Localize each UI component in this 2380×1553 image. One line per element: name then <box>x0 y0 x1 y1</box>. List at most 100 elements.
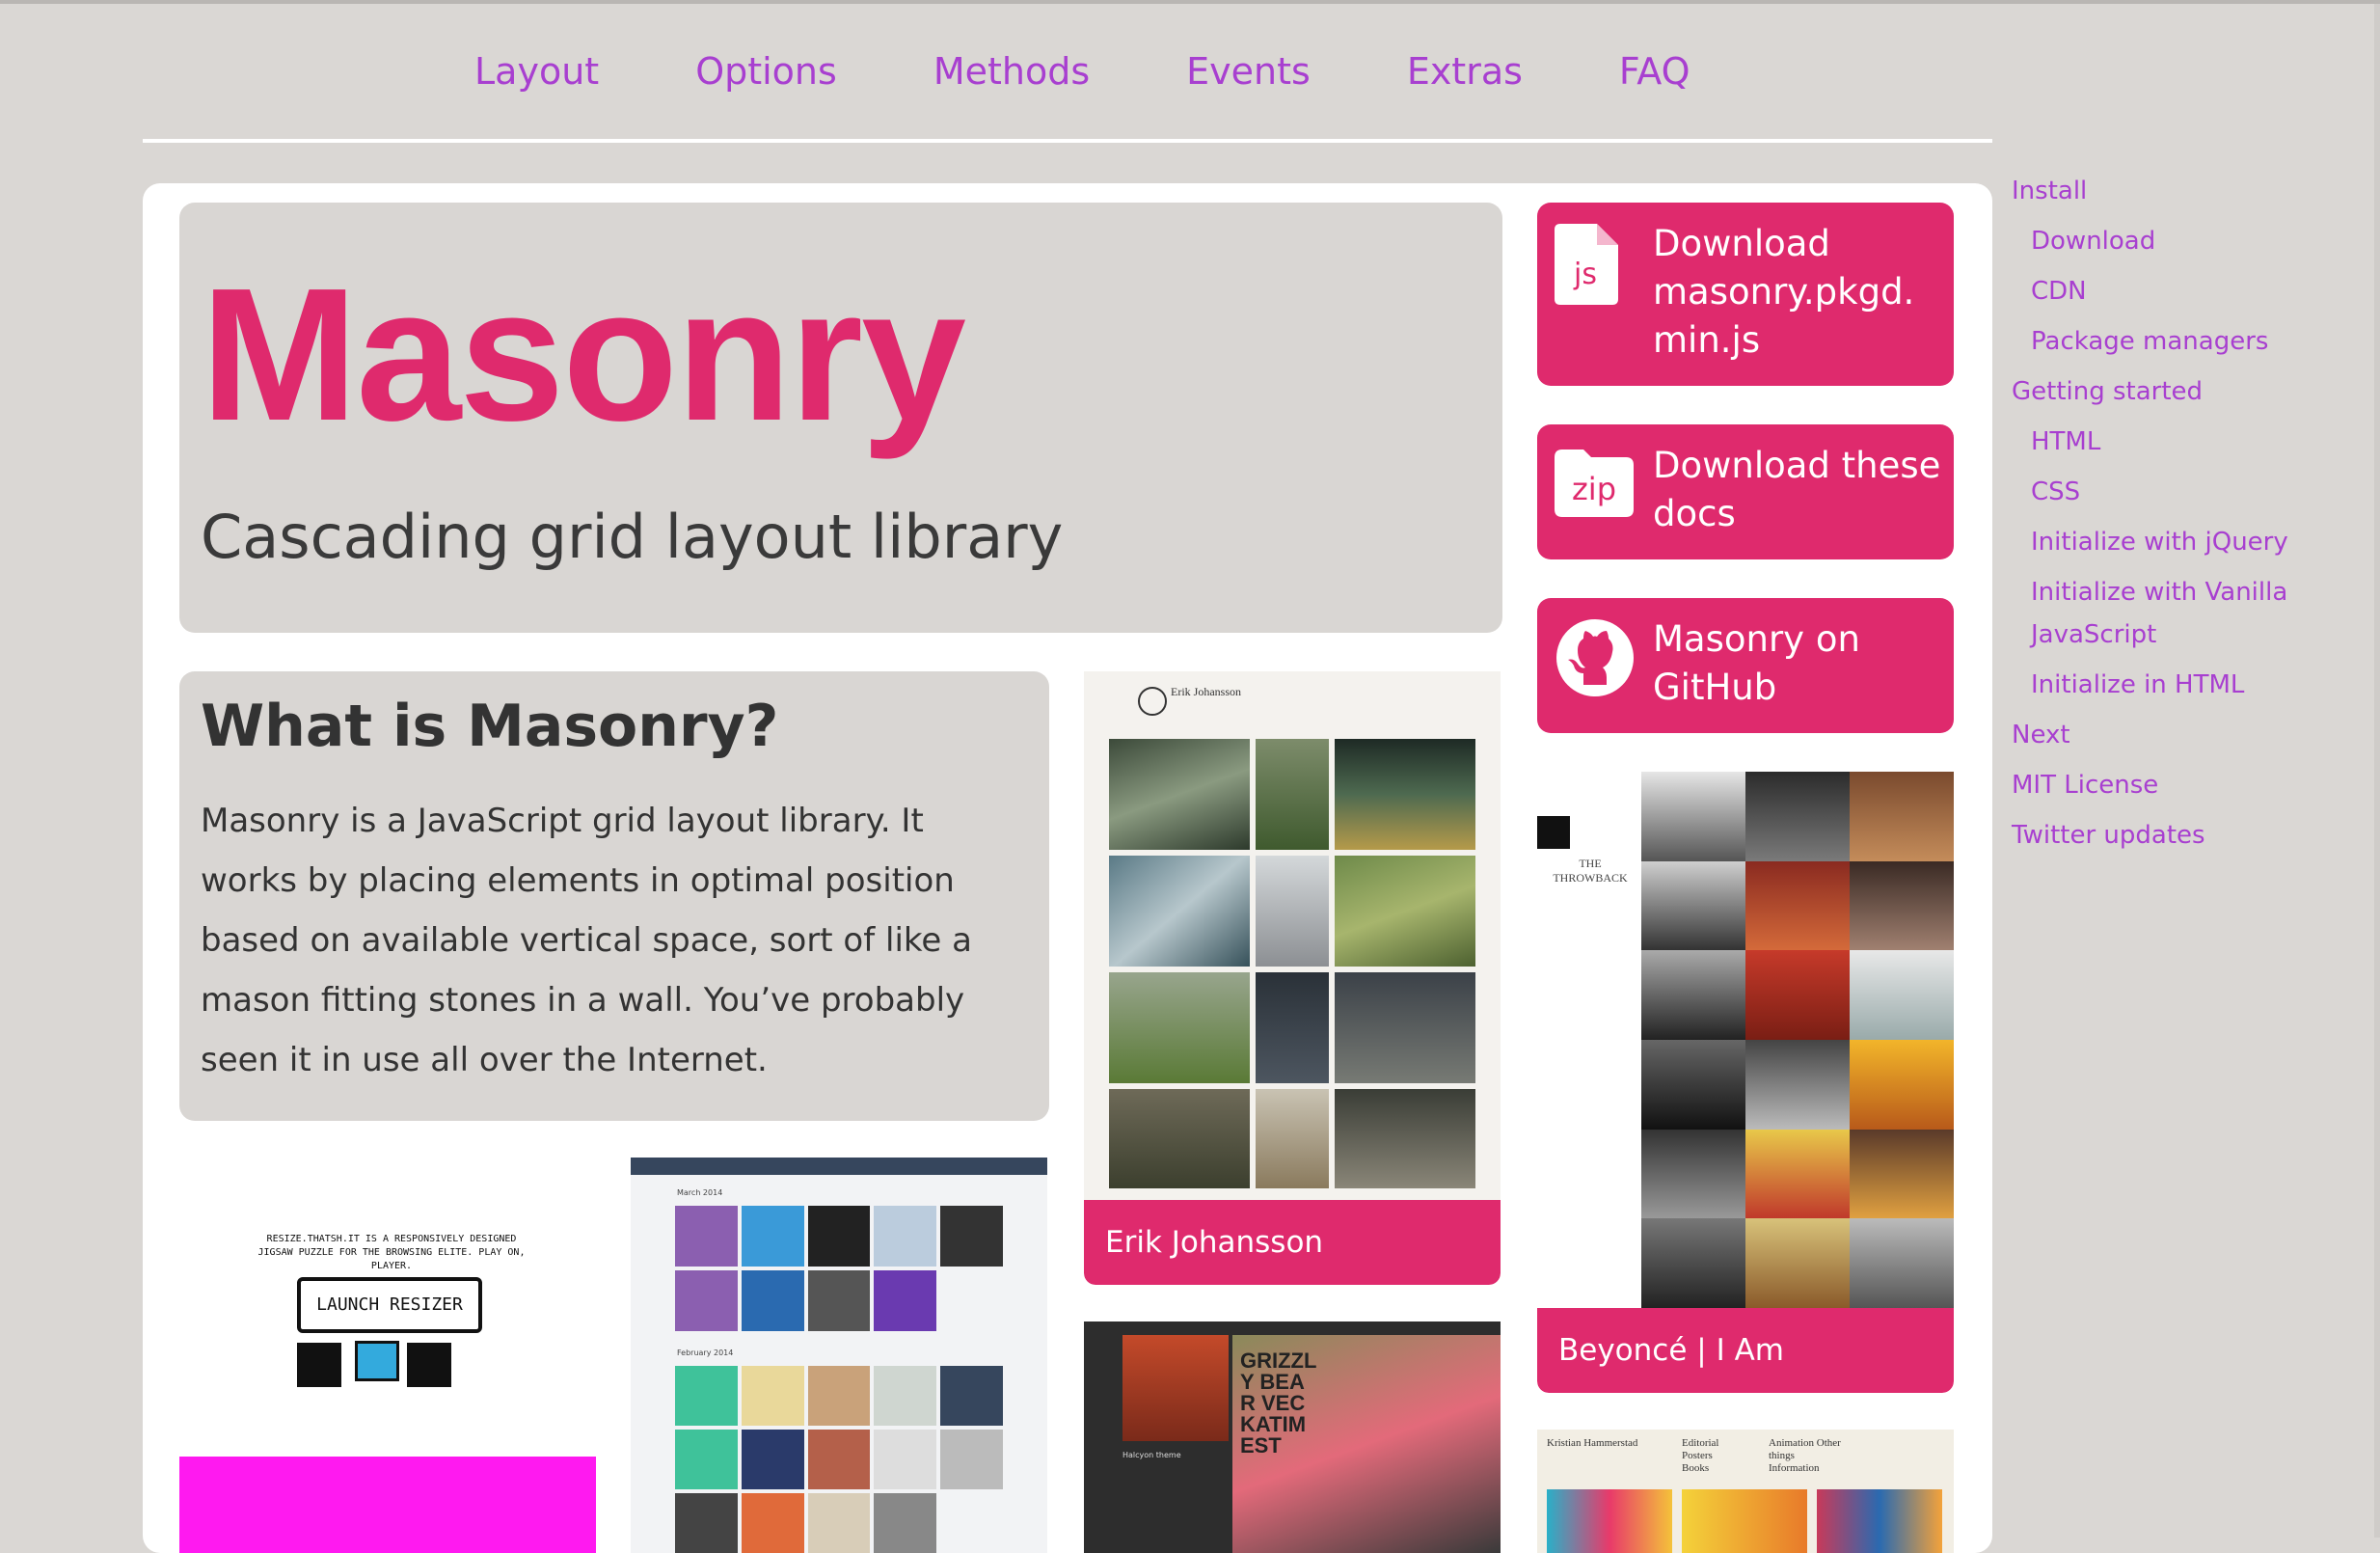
erik-logo-icon <box>1138 687 1167 716</box>
photo-tile <box>1745 1129 1850 1219</box>
photo-tile <box>1641 1218 1745 1308</box>
nav-layout[interactable]: Layout <box>474 46 599 104</box>
photo-tile <box>741 1206 804 1267</box>
nav-options[interactable]: Options <box>695 46 837 104</box>
photo-tile <box>940 1493 1003 1553</box>
download-docs-label: Download these docs <box>1653 445 1941 534</box>
photo-tile <box>1745 772 1850 861</box>
js-file-icon: js <box>1555 224 1618 309</box>
pixel-art-banner <box>179 1457 596 1553</box>
window-top-border <box>0 0 2380 4</box>
svg-text:zip: zip <box>1572 471 1616 507</box>
illustration-tile <box>1682 1489 1807 1553</box>
sidebar-item-init-vanilla[interactable]: Initialize with Vanilla JavaScript <box>2012 571 2339 656</box>
sidebar-item-package-managers[interactable]: Package managers <box>2012 320 2339 363</box>
photo-tile <box>1641 1039 1745 1130</box>
kristian-name: Kristian Hammerstad <box>1547 1437 1638 1449</box>
photo-tile <box>1641 950 1745 1040</box>
photo-tile <box>1641 1129 1745 1219</box>
sidebar-item-init-html[interactable]: Initialize in HTML <box>2012 664 2339 706</box>
tumblr-month-label: February 2014 <box>677 1349 734 1357</box>
nav-methods[interactable]: Methods <box>933 46 1090 104</box>
hero-block: Masonry Cascading grid layout library <box>179 203 1502 633</box>
sidebar-nav: Install Download CDN Package managers Ge… <box>2012 170 2339 864</box>
nav-extras[interactable]: Extras <box>1407 46 1523 104</box>
tumblr-month-label: March 2014 <box>677 1188 723 1197</box>
main-panel: Masonry Cascading grid layout library Wh… <box>143 183 1992 1553</box>
erik-photo-grid <box>1109 739 1475 1188</box>
showcase-kristian-hammerstad[interactable]: Kristian Hammerstad Editorial Posters Bo… <box>1537 1430 1954 1553</box>
photo-tile <box>675 1430 738 1489</box>
tumblr-grid-1 <box>675 1206 1003 1331</box>
photo-tile <box>1850 1039 1954 1130</box>
sidebar-item-cdn[interactable]: CDN <box>2012 270 2339 313</box>
resizer-thumb <box>355 1341 399 1381</box>
photo-tile <box>675 1270 738 1331</box>
photo-tile <box>1255 971 1330 1083</box>
beyonce-side-title: THE THROWBACK <box>1553 857 1628 885</box>
photo-tile <box>807 1270 871 1331</box>
photo-tile <box>675 1493 738 1553</box>
nav-divider <box>143 139 1992 143</box>
illustration-tile <box>1817 1489 1942 1553</box>
launch-resizer-button[interactable]: LAUNCH RESIZER <box>297 1277 482 1333</box>
sidebar-item-next[interactable]: Next <box>2012 714 2339 756</box>
download-docs-button[interactable]: zip Download these docs <box>1537 424 1954 559</box>
github-icon <box>1555 617 1636 702</box>
sidebar-item-css[interactable]: CSS <box>2012 471 2339 513</box>
showcase-resizer[interactable]: RESIZE.THATSH.IT IS A RESPONSIVELY DESIG… <box>179 1161 596 1553</box>
sidebar-item-download[interactable]: Download <box>2012 220 2339 262</box>
photo-tile <box>1335 1088 1475 1188</box>
erik-site-name: Erik Johansson <box>1171 685 1241 698</box>
sidebar-item-getting-started[interactable]: Getting started <box>2012 370 2339 413</box>
download-js-button[interactable]: js Download masonry.pkgd. min.js <box>1537 203 1954 386</box>
photo-tile <box>940 1270 1003 1331</box>
photo-tile <box>1745 860 1850 951</box>
photo-tile <box>807 1366 871 1426</box>
photo-tile <box>1641 772 1745 861</box>
photo-tile <box>1255 739 1330 850</box>
photo-tile <box>940 1206 1003 1267</box>
sidebar-item-html[interactable]: HTML <box>2012 421 2339 463</box>
photo-tile <box>1850 1129 1954 1219</box>
photo-tile <box>807 1430 871 1489</box>
theme-name: Halcyon theme <box>1122 1451 1181 1459</box>
photo-tile <box>1109 971 1250 1083</box>
showcase-beyonce[interactable]: THE THROWBACK Beyoncé | I Am <box>1537 772 1954 1393</box>
photo-tile <box>741 1270 804 1331</box>
nav-events[interactable]: Events <box>1186 46 1311 104</box>
sidebar-item-twitter-updates[interactable]: Twitter updates <box>2012 814 2339 857</box>
photo-tile <box>1255 855 1330 967</box>
sidebar-item-mit-license[interactable]: MIT License <box>2012 764 2339 806</box>
photo-tile <box>675 1206 738 1267</box>
page-subtitle: Cascading grid layout library <box>201 502 1064 572</box>
page-title: Masonry <box>201 249 966 460</box>
sidebar-item-init-jquery[interactable]: Initialize with jQuery <box>2012 521 2339 563</box>
scrollbar[interactable] <box>2374 4 2380 1538</box>
showcase-halcyon-theme[interactable]: Halcyon theme GRIZZLY BEAR VECKATIMEST <box>1084 1321 1501 1553</box>
tumblr-header-bar <box>631 1158 1047 1175</box>
showcase-tumblr-staff[interactable]: March 2014 February 2014 <box>631 1158 1047 1553</box>
kristian-nav-1: Editorial Posters Books <box>1682 1437 1719 1474</box>
photo-tile <box>741 1493 804 1553</box>
photo-tile <box>1641 860 1745 951</box>
intro-block: What is Masonry? Masonry is a JavaScript… <box>179 671 1049 1121</box>
top-navigation: Layout Options Methods Events Extras FAQ <box>474 46 1787 104</box>
showcase-erik-johansson[interactable]: Erik Johansson Erik Johansson <box>1084 671 1501 1285</box>
zip-folder-icon: zip <box>1555 448 1634 521</box>
photo-tile <box>1109 739 1250 850</box>
photo-tile <box>1850 772 1954 861</box>
photo-tile <box>874 1366 937 1426</box>
sidebar-item-install[interactable]: Install <box>2012 170 2339 212</box>
illustration-tile <box>1547 1489 1672 1553</box>
download-js-label: Download masonry.pkgd. min.js <box>1653 223 1915 361</box>
resizer-thumb <box>407 1343 451 1387</box>
photo-tile <box>1109 1088 1250 1188</box>
photo-tile <box>874 1270 937 1331</box>
github-button[interactable]: Masonry on GitHub <box>1537 598 1954 733</box>
photo-tile <box>1335 971 1475 1083</box>
nav-faq[interactable]: FAQ <box>1619 46 1690 104</box>
github-label: Masonry on GitHub <box>1653 618 1860 708</box>
photo-tile <box>1255 1088 1330 1188</box>
photo-tile <box>940 1430 1003 1489</box>
